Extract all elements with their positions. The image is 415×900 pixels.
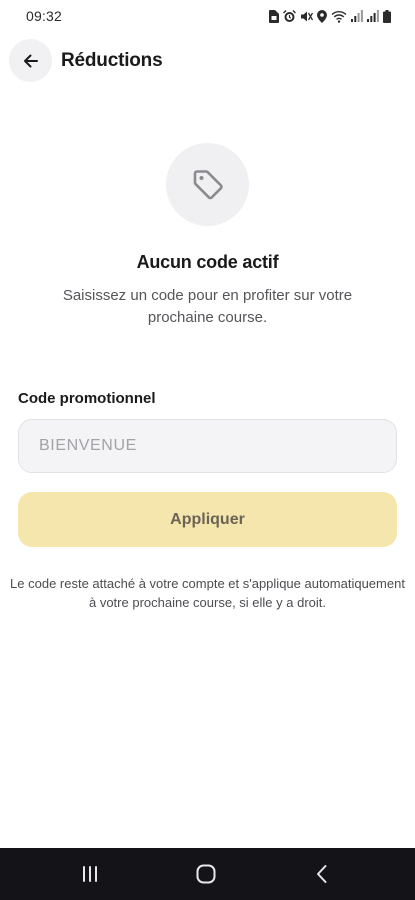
- alarm-icon: [283, 9, 296, 22]
- status-time: 09:32: [26, 8, 63, 24]
- nav-back-button[interactable]: [307, 861, 337, 887]
- sim-icon: [269, 9, 279, 23]
- empty-state-subtitle: Saisissez un code pour en profiter sur v…: [62, 287, 353, 326]
- wifi-icon: [331, 10, 347, 23]
- status-bar: 09:32: [0, 0, 415, 32]
- battery-icon: [383, 9, 391, 23]
- mute-icon: [301, 11, 313, 21]
- promo-code-input[interactable]: [18, 419, 397, 473]
- promo-code-label: Code promotionnel: [18, 390, 156, 407]
- empty-state-title: Aucun code actif: [136, 252, 279, 272]
- signal-icon: [367, 10, 379, 22]
- recent-apps-icon: [83, 866, 97, 882]
- info-text: Le code reste attaché à votre compte et …: [10, 576, 405, 610]
- recent-apps-button[interactable]: [75, 861, 105, 887]
- back-button[interactable]: [9, 39, 52, 82]
- tag-icon: [193, 169, 223, 199]
- back-icon: [317, 865, 327, 883]
- signal-icon: [351, 10, 363, 22]
- navigation-bar: [0, 848, 415, 900]
- status-icons: [269, 8, 391, 24]
- home-button[interactable]: [191, 861, 221, 887]
- home-icon: [196, 864, 216, 884]
- header: Réductions: [0, 38, 415, 84]
- location-icon: [317, 9, 327, 23]
- page-title: Réductions: [61, 50, 163, 71]
- arrow-left-icon: [23, 54, 38, 67]
- empty-state-icon-circle: [166, 143, 249, 226]
- apply-button[interactable]: Appliquer: [18, 492, 397, 547]
